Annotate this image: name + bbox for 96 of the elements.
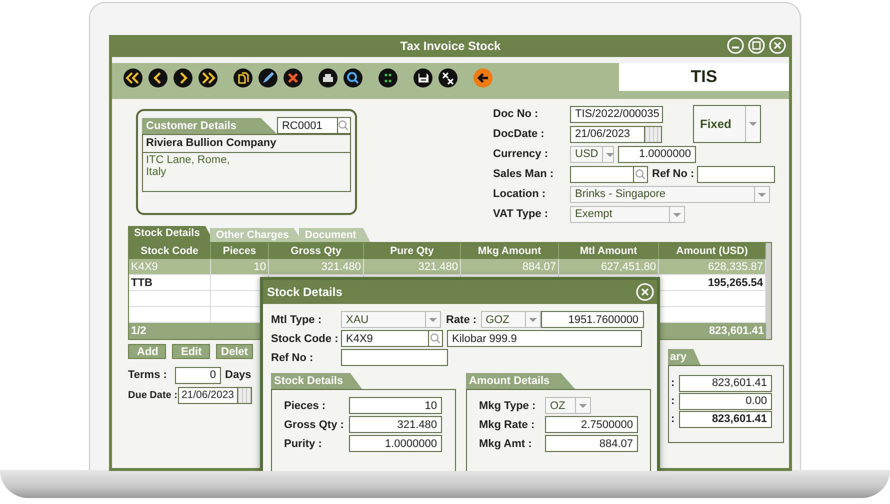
table-cell: 195,265.54	[659, 275, 766, 291]
column-header: Gross Qty	[269, 243, 364, 259]
column-header: Pure Qty	[364, 243, 461, 259]
chevron-left-icon[interactable]	[148, 68, 168, 88]
ref-no-field[interactable]	[341, 349, 448, 366]
field-label: Mkg Rate :	[479, 418, 536, 430]
pen-icon[interactable]	[258, 68, 278, 88]
column-header: Mkg Amount	[461, 243, 559, 259]
summary-value-field: 823,601.41	[679, 410, 772, 428]
field-label: Ref No :	[271, 352, 314, 364]
dropdown[interactable]: OZ	[545, 397, 591, 414]
table-cell: K4X9	[129, 259, 211, 275]
unit-label: Days	[225, 369, 252, 381]
exchange-rate-field[interactable]: 1.0000000	[618, 146, 696, 162]
customer-code-field[interactable]: RC0001	[276, 117, 338, 134]
page-indicator: 1/2	[129, 323, 211, 339]
field-label: :	[671, 395, 676, 407]
field-label: Stock Code :	[271, 332, 340, 344]
close-icon[interactable]	[769, 37, 786, 54]
table-cell: 884.07	[461, 259, 559, 275]
summary-value-field: 0.00	[679, 392, 772, 410]
input-field[interactable]: 1.0000000	[349, 435, 442, 452]
search-icon[interactable]	[634, 166, 648, 182]
minimize-icon[interactable]	[727, 37, 744, 54]
field-label: :	[671, 377, 676, 389]
total-amount: 823,601.41	[659, 323, 766, 339]
chevron-right-icon[interactable]	[173, 68, 193, 88]
calendar-icon[interactable]	[645, 126, 662, 142]
document-icon[interactable]	[233, 68, 253, 88]
field-label: Rate :	[446, 314, 477, 326]
sales-man-field[interactable]	[570, 166, 634, 182]
location-dropdown[interactable]: Brinks - Singapore	[570, 186, 770, 202]
printer-icon[interactable]	[318, 68, 338, 88]
dialog-title: Stock Details	[267, 285, 342, 299]
due-date-field[interactable]: 21/06/2023	[178, 386, 238, 404]
address-line: Italy	[146, 166, 168, 178]
input-field[interactable]: 884.07	[545, 435, 638, 452]
field-label: Sales Man :	[493, 168, 555, 180]
table-cell: 628,335.87	[659, 259, 766, 275]
dots-icon[interactable]	[378, 68, 398, 88]
scrollbar[interactable]	[766, 243, 771, 339]
search-icon[interactable]	[343, 68, 363, 88]
table-cell: 627,451.80	[559, 259, 659, 275]
column-header: Mtl Amount	[559, 243, 659, 259]
date-field[interactable]: 21/06/2023	[570, 126, 645, 142]
currency-dropdown[interactable]: USD	[570, 146, 614, 162]
description-field[interactable]: Kilobar 999.9	[447, 330, 642, 347]
field-label: Doc No :	[493, 108, 540, 120]
field-label: Mkg Amt :	[479, 438, 533, 450]
rate-unit-dropdown[interactable]: GOZ	[480, 311, 541, 328]
calendar-icon[interactable]	[238, 386, 252, 404]
field-label: Due Date :	[128, 390, 178, 400]
close-icon[interactable]	[636, 283, 654, 301]
field-label: VAT Type :	[493, 208, 549, 220]
field-label: Ref No :	[652, 168, 694, 180]
column-header: Pieces	[211, 243, 269, 259]
address-line: ITC Lane, Rome,	[146, 154, 231, 166]
exit-icon[interactable]	[473, 68, 493, 88]
field-label: Currency :	[493, 148, 550, 160]
search-icon[interactable]	[429, 330, 443, 347]
stock-code-field[interactable]: K4X9	[341, 330, 429, 347]
table-cell: 321.480	[269, 259, 364, 275]
doc-no-field[interactable]: TIS/2022/000035	[570, 106, 663, 122]
customer-name: Riviera Bullion Company	[142, 134, 351, 152]
ref-no-field[interactable]	[697, 166, 776, 182]
input-field[interactable]: 10	[349, 397, 442, 414]
rate-field[interactable]: 1951.7600000	[540, 311, 644, 328]
field-label: Gross Qty :	[284, 418, 345, 430]
field-label: Terms :	[128, 369, 168, 381]
summary-value-field: 823,601.41	[679, 374, 772, 392]
save-icon[interactable]	[413, 68, 433, 88]
input-field[interactable]: 2.7500000	[545, 416, 638, 433]
field-label: Purity :	[284, 438, 323, 450]
delete-icon[interactable]	[283, 68, 303, 88]
field-label: Mkg Type :	[479, 400, 537, 412]
column-header: Stock Code	[129, 243, 211, 259]
maximize-icon[interactable]	[748, 37, 765, 54]
input-field[interactable]: 321.480	[349, 416, 442, 433]
double-chevron-left-icon[interactable]	[123, 68, 143, 88]
vat-type-dropdown[interactable]: Exempt	[570, 206, 685, 222]
column-header: Amount (USD)	[659, 243, 766, 259]
field-label: Mtl Type :	[271, 314, 323, 326]
double-chevron-right-icon[interactable]	[198, 68, 218, 88]
window-title: Tax Invoice Stock	[400, 39, 501, 53]
field-label: DocDate :	[493, 128, 546, 140]
field-label: :	[671, 413, 676, 425]
field-label: Pieces :	[284, 400, 327, 412]
rate-mode-dropdown[interactable]: Fixed	[693, 105, 761, 143]
metal-type-dropdown[interactable]: XAU	[341, 311, 441, 328]
terms-field[interactable]: 0	[175, 366, 221, 384]
search-icon[interactable]	[338, 117, 352, 134]
table-cell: TTB	[129, 275, 211, 291]
clear-icon[interactable]	[438, 68, 458, 88]
field-label: Location :	[493, 188, 547, 200]
table-cell: 321.480	[364, 259, 461, 275]
table-cell: 10	[211, 259, 269, 275]
